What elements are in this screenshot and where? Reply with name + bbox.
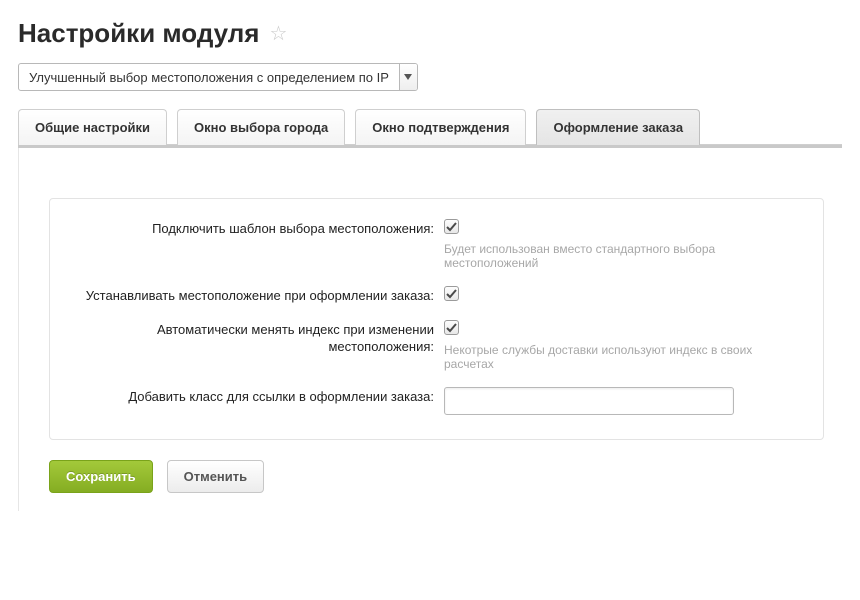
settings-panel: Подключить шаблон выбора местоположения:… <box>18 148 842 511</box>
row-link-class: Добавить класс для ссылки в оформлении з… <box>74 387 799 415</box>
label-enable-template: Подключить шаблон выбора местоположения: <box>74 219 444 237</box>
dropdown-arrow-icon <box>399 64 417 90</box>
label-link-class: Добавить класс для ссылки в оформлении з… <box>74 387 444 405</box>
cancel-button[interactable]: Отменить <box>167 460 265 493</box>
module-select[interactable]: Улучшенный выбор местоположения с опреде… <box>18 63 418 91</box>
checkbox-enable-template[interactable] <box>444 219 459 234</box>
module-select-value: Улучшенный выбор местоположения с опреде… <box>19 64 399 90</box>
favorite-star-icon[interactable]: ☆ <box>269 21 287 46</box>
tab-confirm-window[interactable]: Окно подтверждения <box>355 109 526 145</box>
hint-enable-template: Будет использован вместо стандартного вы… <box>444 242 799 270</box>
tab-checkout[interactable]: Оформление заказа <box>536 109 700 145</box>
row-enable-template: Подключить шаблон выбора местоположения:… <box>74 219 799 270</box>
hint-auto-index: Некотрые службы доставки используют инде… <box>444 343 799 371</box>
row-auto-index: Автоматически менять индекс при изменени… <box>74 320 799 371</box>
save-button[interactable]: Сохранить <box>49 460 153 493</box>
input-link-class[interactable] <box>444 387 734 415</box>
row-set-location: Устанавливать местоположение при оформле… <box>74 286 799 304</box>
label-set-location: Устанавливать местоположение при оформле… <box>74 286 444 304</box>
checkbox-set-location[interactable] <box>444 286 459 301</box>
checkbox-auto-index[interactable] <box>444 320 459 335</box>
tab-city-window[interactable]: Окно выбора города <box>177 109 345 145</box>
tab-general[interactable]: Общие настройки <box>18 109 167 145</box>
tabs: Общие настройки Окно выбора города Окно … <box>18 109 842 145</box>
page-title: Настройки модуля <box>18 18 259 49</box>
label-auto-index: Автоматически менять индекс при изменени… <box>74 320 444 355</box>
form-block: Подключить шаблон выбора местоположения:… <box>49 198 824 440</box>
